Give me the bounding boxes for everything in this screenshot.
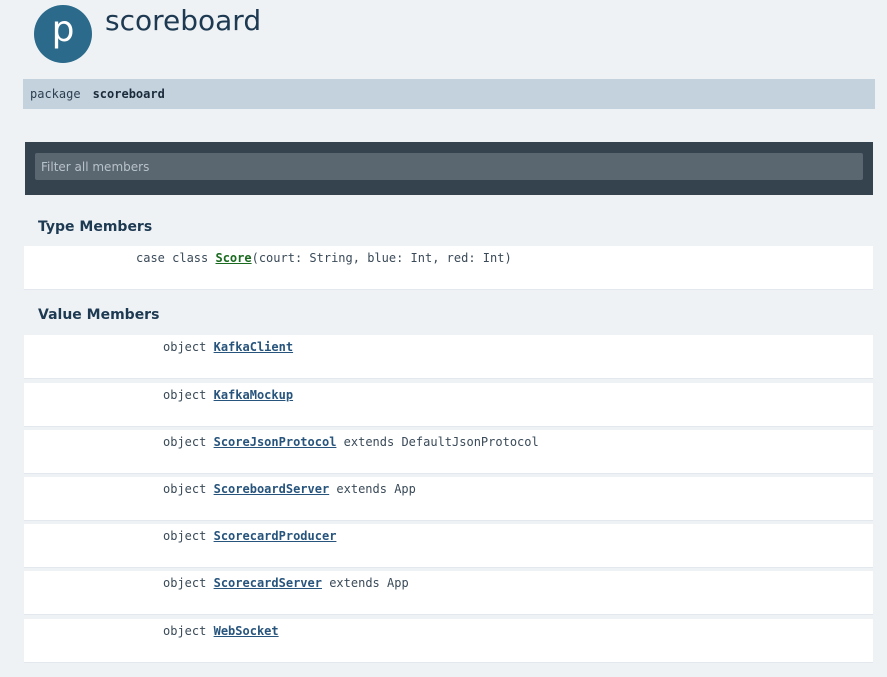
value-members-heading: Value Members	[38, 307, 160, 323]
value-member-row: object ScoreJsonProtocol extends Default…	[24, 430, 873, 474]
value-member-row: object WebSocket	[24, 619, 873, 663]
member-kind: case class	[136, 251, 209, 265]
member-link-scorecardproducer[interactable]: ScorecardProducer	[214, 529, 337, 543]
member-link-scorejsonprotocol[interactable]: ScoreJsonProtocol	[214, 435, 337, 449]
member-link-websocket[interactable]: WebSocket	[214, 624, 279, 638]
page-title: scoreboard	[105, 4, 262, 37]
value-member-row: object ScorecardServer extends App	[24, 571, 873, 615]
type-member-row-score: case class Score(court: String, blue: In…	[24, 246, 873, 290]
package-keyword: package	[30, 87, 81, 101]
member-link-kafkamockup[interactable]: KafkaMockup	[214, 388, 293, 402]
member-link-scoreboardserver[interactable]: ScoreboardServer	[214, 482, 330, 496]
package-logo-icon: p	[34, 5, 92, 63]
filter-panel	[25, 142, 873, 195]
member-link-scorecardserver[interactable]: ScorecardServer	[214, 576, 322, 590]
value-member-row: object KafkaClient	[24, 335, 873, 379]
member-kind: object	[163, 624, 207, 638]
member-suffix: extends DefaultJsonProtocol	[336, 435, 539, 449]
member-kind: object	[163, 576, 207, 590]
member-kind: object	[163, 340, 207, 354]
package-breadcrumb: package scoreboard	[23, 79, 875, 109]
member-link-kafkaclient[interactable]: KafkaClient	[214, 340, 293, 354]
value-member-row: object ScoreboardServer extends App	[24, 477, 873, 521]
member-suffix: extends App	[321, 576, 409, 590]
filter-members-input[interactable]	[35, 153, 863, 180]
member-kind: object	[163, 435, 207, 449]
package-name: scoreboard	[92, 87, 165, 101]
member-params: (court: String, blue: Int, red: Int)	[251, 251, 512, 265]
member-suffix: extends App	[329, 482, 416, 496]
type-members-heading: Type Members	[38, 219, 153, 235]
member-kind: object	[163, 529, 207, 543]
member-link-score[interactable]: Score	[215, 251, 251, 265]
value-member-row: object ScorecardProducer	[24, 524, 873, 568]
value-member-row: object KafkaMockup	[24, 383, 873, 427]
member-kind: object	[163, 482, 207, 496]
member-kind: object	[163, 388, 207, 402]
